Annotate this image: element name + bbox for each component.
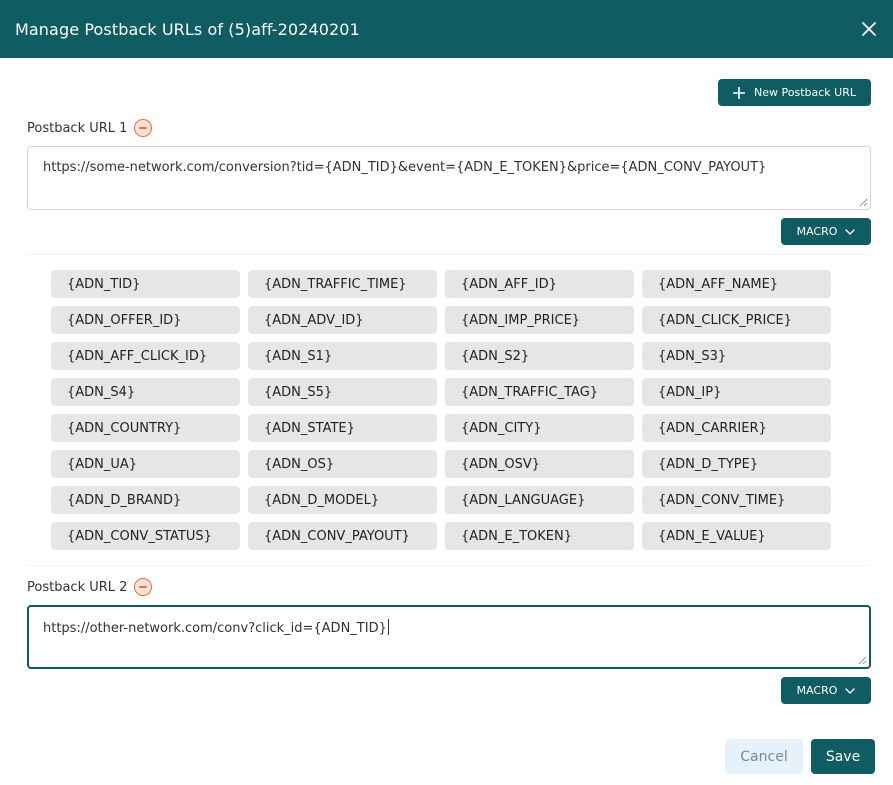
macro-chip[interactable]: {ADN_AFF_NAME} <box>642 270 831 298</box>
macro-dropdown-2-button[interactable]: MACRO <box>781 677 871 704</box>
macro-chip[interactable]: {ADN_CONV_TIME} <box>642 486 831 514</box>
resize-grip-icon[interactable] <box>858 656 867 665</box>
chevron-down-icon <box>845 687 856 694</box>
macro-grid: {ADN_TID} {ADN_TRAFFIC_TIME} {ADN_AFF_ID} {… <box>51 270 831 550</box>
macro-chip[interactable]: {ADN_OSV} <box>445 450 634 478</box>
postback-url-1-label-row: Postback URL 1 <box>27 119 153 137</box>
cancel-button[interactable]: Cancel <box>725 739 803 774</box>
macro-chip[interactable]: {ADN_TRAFFIC_TIME} <box>248 270 437 298</box>
postback-url-1-textarea[interactable]: https://some-network.com/conversion?tid=… <box>27 146 871 210</box>
macro-chip[interactable]: {ADN_UA} <box>51 450 240 478</box>
new-postback-url-label: New Postback URL <box>754 86 856 99</box>
macro-chip[interactable]: {ADN_CONV_PAYOUT} <box>248 522 437 550</box>
macro-chip[interactable]: {ADN_S2} <box>445 342 634 370</box>
postback-url-2-textarea[interactable]: https://other-network.com/conv?click_id=… <box>27 605 871 669</box>
macro-chip[interactable]: {ADN_CARRIER} <box>642 414 831 442</box>
macro-chip[interactable]: {ADN_S5} <box>248 378 437 406</box>
macro-chip[interactable]: {ADN_STATE} <box>248 414 437 442</box>
remove-postback-2-icon[interactable] <box>134 578 153 596</box>
postback-url-2-value: https://other-network.com/conv?click_id=… <box>43 621 387 636</box>
postback-url-1-value: https://some-network.com/conversion?tid=… <box>43 160 767 175</box>
close-button[interactable] <box>857 17 881 41</box>
modal-header: Manage Postback URLs of (5)aff-20240201 <box>0 0 893 58</box>
macro-dropdown-2-label: MACRO <box>796 684 838 697</box>
macro-chip[interactable]: {ADN_E_TOKEN} <box>445 522 634 550</box>
macro-panel: {ADN_TID} {ADN_TRAFFIC_TIME} {ADN_AFF_ID} {… <box>27 254 871 566</box>
macro-chip[interactable]: {ADN_AFF_CLICK_ID} <box>51 342 240 370</box>
text-caret <box>387 619 389 635</box>
modal-title: Manage Postback URLs of (5)aff-20240201 <box>15 19 360 39</box>
macro-chip[interactable]: {ADN_AFF_ID} <box>445 270 634 298</box>
macro-chip[interactable]: {ADN_LANGUAGE} <box>445 486 634 514</box>
chevron-down-icon <box>845 228 856 235</box>
macro-chip[interactable]: {ADN_ADV_ID} <box>248 306 437 334</box>
macro-chip[interactable]: {ADN_E_VALUE} <box>642 522 831 550</box>
new-postback-url-button[interactable]: New Postback URL <box>718 79 871 106</box>
macro-chip[interactable]: {ADN_S3} <box>642 342 831 370</box>
macro-chip[interactable]: {ADN_S4} <box>51 378 240 406</box>
macro-chip[interactable]: {ADN_TRAFFIC_TAG} <box>445 378 634 406</box>
postback-url-1-label: Postback URL 1 <box>27 120 128 136</box>
remove-postback-1-icon[interactable] <box>134 119 153 137</box>
macro-chip[interactable]: {ADN_CITY} <box>445 414 634 442</box>
macro-chip[interactable]: {ADN_IMP_PRICE} <box>445 306 634 334</box>
macro-chip[interactable]: {ADN_OFFER_ID} <box>51 306 240 334</box>
macro-chip[interactable]: {ADN_CONV_STATUS} <box>51 522 240 550</box>
macro-dropdown-1-label: MACRO <box>796 225 838 238</box>
close-icon <box>862 22 876 36</box>
macro-chip[interactable]: {ADN_COUNTRY} <box>51 414 240 442</box>
macro-chip[interactable]: {ADN_CLICK_PRICE} <box>642 306 831 334</box>
save-button[interactable]: Save <box>811 739 875 774</box>
postback-url-2-label-row: Postback URL 2 <box>27 578 153 596</box>
postback-url-2-label: Postback URL 2 <box>27 579 128 595</box>
macro-chip[interactable]: {ADN_D_TYPE} <box>642 450 831 478</box>
resize-grip-icon[interactable] <box>859 198 868 207</box>
macro-chip[interactable]: {ADN_D_MODEL} <box>248 486 437 514</box>
plus-icon <box>733 86 746 99</box>
macro-chip[interactable]: {ADN_OS} <box>248 450 437 478</box>
macro-chip[interactable]: {ADN_D_BRAND} <box>51 486 240 514</box>
macro-chip[interactable]: {ADN_IP} <box>642 378 831 406</box>
macro-chip[interactable]: {ADN_TID} <box>51 270 240 298</box>
macro-dropdown-1-button[interactable]: MACRO <box>781 218 871 245</box>
macro-chip[interactable]: {ADN_S1} <box>248 342 437 370</box>
